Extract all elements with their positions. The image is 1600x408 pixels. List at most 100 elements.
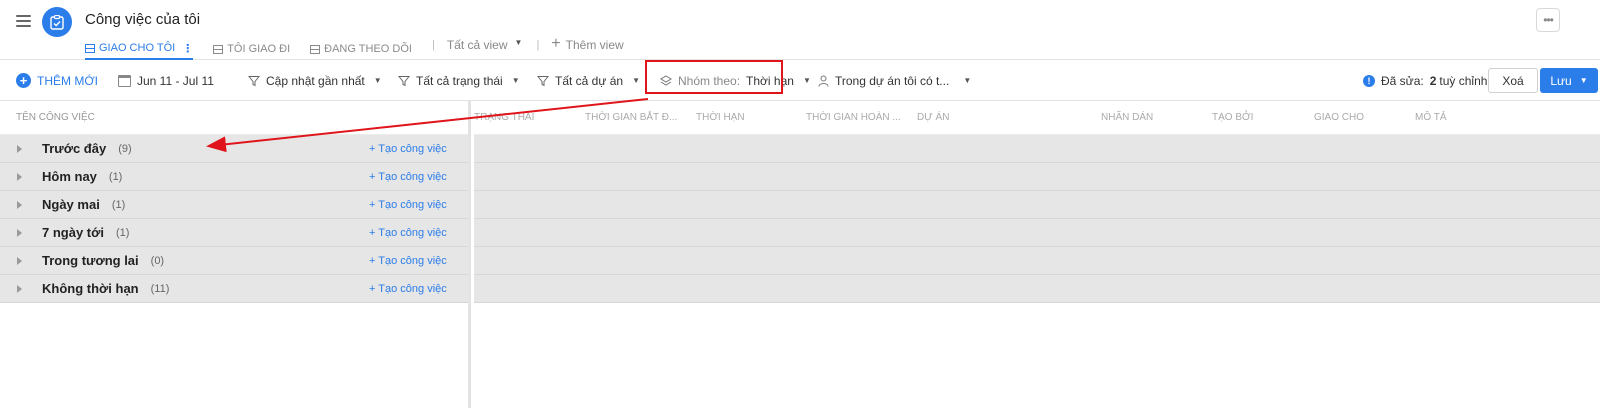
- menu-icon[interactable]: [16, 15, 31, 27]
- tab-label: ĐANG THEO DÕI: [324, 43, 412, 55]
- group-count: (1): [111, 198, 126, 211]
- add-new-label: THÊM MỚI: [37, 73, 98, 88]
- expand-caret-icon[interactable]: [17, 200, 22, 209]
- expand-caret-icon[interactable]: [17, 228, 22, 237]
- group-count: (11): [150, 282, 170, 295]
- create-task-link[interactable]: + Tạo công việc: [369, 255, 447, 267]
- edited-prefix: Đã sửa:: [1381, 73, 1424, 88]
- task-detail-panel: TRẠNG THÁI THỜI GIAN BẮT Đ... THỜI HẠN THỜI…: [474, 101, 1600, 408]
- group-label: Hôm nay: [42, 169, 97, 184]
- column-header[interactable]: THỜI GIAN HOÀN ...: [806, 112, 901, 123]
- scope-filter-dropdown[interactable]: Trong dự án tôi có t... ▼: [818, 60, 971, 101]
- edited-count: 2: [1429, 73, 1437, 88]
- group-row-details: [474, 135, 1600, 163]
- create-task-link[interactable]: + Tạo công việc: [369, 171, 447, 183]
- expand-caret-icon[interactable]: [17, 144, 22, 153]
- column-header[interactable]: TRẠNG THÁI: [474, 112, 534, 123]
- group-count: (9): [118, 142, 132, 155]
- tab-label: TÔI GIAO ĐI: [227, 43, 291, 55]
- group-count: (1): [108, 170, 123, 183]
- chevron-down-icon: ▼: [373, 76, 382, 85]
- column-header[interactable]: TẠO BỞI: [1212, 112, 1253, 123]
- group-row-details: [474, 219, 1600, 247]
- plus-circle-icon: +: [16, 73, 31, 88]
- group-row[interactable]: Hôm nay (1) + Tạo công việc: [0, 163, 468, 191]
- tab-assigned-by-me[interactable]: TÔI GIAO ĐI: [213, 38, 290, 60]
- filter-icon: [398, 75, 410, 86]
- create-task-link[interactable]: + Tạo công việc: [369, 199, 447, 211]
- save-label: Lưu: [1550, 73, 1572, 88]
- annotation-highlight-box: [645, 60, 783, 94]
- chevron-down-icon: ▼: [632, 76, 640, 85]
- expand-caret-icon[interactable]: [17, 284, 22, 293]
- chevron-down-icon: ▼: [514, 38, 523, 47]
- group-label: Không thời hạn: [42, 281, 139, 296]
- group-row-details: [474, 191, 1600, 219]
- group-row[interactable]: Trong tương lai (0) + Tạo công việc: [0, 247, 468, 275]
- task-clipboard-icon: [42, 7, 72, 37]
- toolbar: + THÊM MỚI Jun 11 - Jul 11 Cập nhật gần …: [0, 60, 1600, 101]
- date-range-picker[interactable]: Jun 11 - Jul 11: [118, 60, 214, 101]
- date-range-label: Jun 11 - Jul 11: [137, 73, 214, 88]
- group-row-details: [474, 247, 1600, 275]
- project-filter-dropdown[interactable]: Tất cả dự án ▼: [537, 60, 640, 101]
- column-header[interactable]: NHÃN DÁN: [1101, 112, 1153, 123]
- person-icon: [818, 75, 829, 87]
- column-headers: TRẠNG THÁI THỜI GIAN BẮT Đ... THỜI HẠN THỜI…: [474, 101, 1600, 135]
- sort-dropdown[interactable]: Cập nhật gần nhất ▼: [248, 60, 382, 101]
- all-views-label: Tất cả view: [446, 38, 508, 52]
- edited-indicator: ! Đã sửa: 2 tuỳ chỉnh: [1363, 60, 1487, 101]
- divider: |: [431, 39, 435, 51]
- status-filter-label: Tất cả trạng thái: [416, 73, 503, 88]
- chevron-down-icon[interactable]: ▼: [1580, 76, 1588, 85]
- column-header[interactable]: DỰ ÁN: [917, 112, 949, 123]
- divider: |: [536, 39, 540, 51]
- tab-label: GIAO CHO TÔI: [99, 42, 176, 54]
- tab-assigned-to-me[interactable]: GIAO CHO TÔI ⋮: [85, 38, 194, 60]
- tab-following[interactable]: ĐANG THEO DÕI: [310, 38, 412, 60]
- add-view-button[interactable]: + Thêm view: [551, 35, 624, 60]
- group-label: 7 ngày tới: [42, 225, 104, 240]
- group-row[interactable]: Không thời hạn (11) + Tạo công việc: [0, 275, 468, 303]
- create-task-link[interactable]: + Tạo công việc: [369, 227, 447, 239]
- add-new-button[interactable]: + THÊM MỚI: [16, 60, 98, 101]
- plus-icon: +: [551, 35, 561, 52]
- column-header[interactable]: MÔ TẢ: [1415, 112, 1446, 123]
- chevron-down-icon: ▼: [963, 76, 972, 85]
- column-header[interactable]: GIAO CHO: [1314, 112, 1364, 123]
- group-label: Trong tương lai: [42, 253, 139, 268]
- chevron-down-icon: ▼: [511, 76, 520, 85]
- table-icon: [213, 44, 224, 54]
- group-label: Ngày mai: [42, 197, 100, 212]
- more-options-button[interactable]: •••: [1536, 8, 1560, 32]
- expand-caret-icon[interactable]: [17, 172, 22, 181]
- task-name-panel: TÊN CÔNG VIỆC Trước đây (9) + Tạo công việ…: [0, 101, 471, 408]
- info-icon: !: [1363, 74, 1375, 87]
- group-row-details: [474, 163, 1600, 191]
- calendar-icon: [118, 74, 131, 87]
- save-button[interactable]: Lưu ▼: [1540, 68, 1598, 93]
- create-task-link[interactable]: + Tạo công việc: [369, 143, 447, 155]
- delete-button[interactable]: Xoá: [1488, 68, 1538, 93]
- add-view-label: Thêm view: [565, 38, 624, 52]
- group-count: (1): [115, 226, 130, 239]
- scope-filter-label: Trong dự án tôi có t...: [835, 73, 950, 88]
- group-row[interactable]: 7 ngày tới (1) + Tạo công việc: [0, 219, 468, 247]
- page-title: Công việc của tôi: [85, 11, 201, 28]
- project-filter-label: Tất cả dự án: [555, 73, 624, 88]
- group-row[interactable]: Ngày mai (1) + Tạo công việc: [0, 191, 468, 219]
- table-icon: [310, 44, 321, 54]
- status-filter-dropdown[interactable]: Tất cả trạng thái ▼: [398, 60, 520, 101]
- group-row[interactable]: Trước đây (9) + Tạo công việc: [0, 135, 468, 163]
- filter-icon: [537, 75, 549, 86]
- create-task-link[interactable]: + Tạo công việc: [369, 283, 447, 295]
- kebab-menu-icon[interactable]: ⋮: [182, 42, 193, 55]
- filter-icon: [248, 75, 260, 86]
- column-header[interactable]: THỜI GIAN BẮT Đ...: [585, 112, 677, 123]
- column-header[interactable]: THỜI HẠN: [696, 112, 745, 123]
- all-views-dropdown[interactable]: Tất cả view ▼: [447, 38, 523, 60]
- expand-caret-icon[interactable]: [17, 256, 22, 265]
- chevron-down-icon: ▼: [802, 76, 811, 85]
- group-row-details: [474, 275, 1600, 303]
- group-count: (0): [150, 254, 165, 267]
